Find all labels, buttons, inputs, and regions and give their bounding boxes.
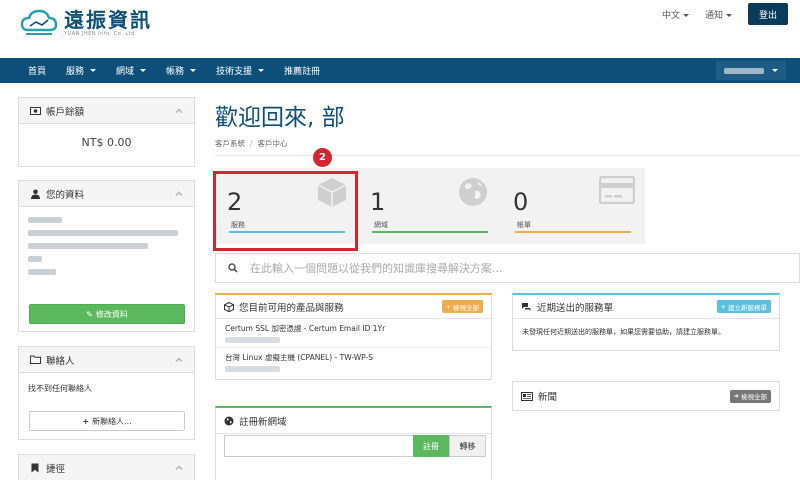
new-ticket-button[interactable]: + 建立新服務單 (716, 300, 771, 313)
plus-icon: + (82, 416, 90, 426)
caret-down-icon (90, 69, 97, 72)
profile-title: 您的資料 (46, 189, 85, 201)
nav-referral[interactable]: 推薦註冊 (274, 58, 330, 83)
brand-name: 遠振資訊 (64, 8, 152, 32)
caret-down-icon (190, 69, 197, 72)
view-all-news-button[interactable]: ➜ 檢視全部 (729, 389, 771, 403)
comments-icon (521, 302, 532, 312)
product-row[interactable]: Certum SSL 加密憑證 - Certum Email ID 1Yr (216, 319, 491, 348)
chevron-up-icon[interactable] (174, 106, 184, 116)
product-name: 台灣 Linux 虛擬主機 (CPANEL) - TW-WP-S (225, 353, 373, 362)
contacts-empty-text: 找不到任何聯絡人 (28, 384, 92, 393)
create-ticket-link[interactable]: 建立服務單 (683, 328, 718, 336)
product-name: Certum SSL 加密憑證 - Certum Email ID 1Yr (225, 324, 386, 333)
register-button[interactable]: 註冊 (413, 435, 449, 457)
cloud-logo-icon (20, 9, 58, 35)
redacted-text (225, 366, 280, 372)
credit-card-icon (599, 176, 635, 204)
chevron-up-icon[interactable] (174, 189, 184, 199)
search-placeholder: 在此輸入一個問題以從我們的知識庫搜尋解決方案... (250, 262, 503, 275)
edit-profile-button[interactable]: ✎ 修改資料 (29, 304, 185, 324)
shortcuts-title: 捷徑 (46, 463, 66, 475)
nav-domains[interactable]: 網域 (106, 58, 156, 83)
globe-icon (224, 416, 234, 426)
products-title: 您目前可用的產品與服務 (239, 302, 344, 314)
caret-down-icon (140, 69, 147, 72)
nav-billing[interactable]: 帳務 (156, 58, 206, 83)
newspaper-icon (521, 391, 533, 401)
plus-icon: + (445, 302, 451, 311)
balance-panel: 帳戶餘額 NT$ 0.00 (18, 97, 195, 167)
news-title: 新聞 (538, 392, 558, 403)
stat-underline (515, 231, 631, 233)
step-marker: 2 (313, 148, 332, 167)
user-icon (29, 189, 41, 199)
globe-icon (459, 178, 487, 206)
new-contact-button[interactable]: + 新聯絡人... (29, 411, 185, 431)
cube-icon (224, 301, 234, 312)
redacted-username (724, 67, 764, 74)
user-menu[interactable] (716, 61, 786, 80)
page-title: 歡迎回來, 部 (215, 105, 345, 131)
notifications-dropdown[interactable]: 通知 (705, 8, 732, 21)
chevron-up-icon[interactable] (174, 463, 184, 473)
arrow-right-icon: ➜ (733, 392, 739, 400)
bookmark-icon (29, 463, 41, 473)
search-icon (228, 263, 238, 273)
stat-value: 0 (513, 188, 529, 216)
news-panel: 新聞 ➜ 檢視全部 (512, 381, 780, 411)
knowledgebase-search[interactable]: 在此輸入一個問題以從我們的知識庫搜尋解決方案... (215, 253, 800, 283)
chevron-up-icon[interactable] (174, 355, 184, 365)
caret-down-icon (682, 13, 689, 17)
header: 遠振資訊 YUAN JHEN Info. Co. Ltd 中文 通知 登出 (0, 0, 800, 57)
stat-underline (372, 231, 488, 233)
language-dropdown[interactable]: 中文 (662, 8, 689, 21)
logout-button[interactable]: 登出 (748, 3, 788, 25)
contacts-panel: 聯絡人 找不到任何聯絡人 + 新聯絡人... (18, 346, 195, 440)
caret-down-icon (772, 69, 778, 72)
redacted-text (225, 337, 280, 343)
contacts-title: 聯絡人 (46, 355, 75, 367)
stat-value: 1 (370, 188, 386, 216)
stat-invoices[interactable]: 0 帳單 (501, 168, 645, 244)
nav-support[interactable]: 技術支援 (206, 58, 274, 83)
shortcuts-panel: 捷徑 (18, 454, 195, 480)
breadcrumb-item-current: 客戶中心 (257, 139, 288, 148)
domain-input[interactable] (224, 435, 414, 457)
money-icon (29, 106, 41, 115)
caret-down-icon (726, 13, 732, 17)
logo[interactable]: 遠振資訊 YUAN JHEN Info. Co. Ltd (20, 8, 152, 38)
profile-panel: 您的資料 ✎ 修改資料 (18, 180, 195, 332)
tickets-title: 近期送出的服務單 (537, 302, 614, 314)
stat-label: 網域 (374, 221, 388, 229)
pencil-icon: ✎ (86, 309, 93, 319)
highlight-box (213, 171, 358, 251)
breadcrumb: 客戶系統 / 客戶中心 (215, 139, 288, 148)
view-all-products-button[interactable]: + 檢視全部 (441, 300, 483, 313)
divider (215, 155, 800, 156)
breadcrumb-item[interactable]: 客戶系統 (215, 139, 245, 148)
balance-title: 帳戶餘額 (46, 106, 85, 118)
main-nav: 首頁 服務 網域 帳務 技術支援 推薦註冊 (0, 58, 800, 83)
transfer-button[interactable]: 轉移 (449, 435, 486, 457)
nav-services[interactable]: 服務 (56, 58, 106, 83)
caret-down-icon (258, 69, 265, 72)
plus-icon: + (720, 302, 726, 311)
tickets-panel: 近期送出的服務單 + 建立新服務單 未發現任何近期送出的服務單，如果您需要協助，請… (512, 293, 780, 351)
tickets-empty-text: 未發現任何近期送出的服務單，如果您需要協助，請建立服務單。 (522, 328, 725, 336)
products-panel: 您目前可用的產品與服務 + 檢視全部 Certum SSL 加密憑證 - Cert… (215, 293, 492, 380)
folder-icon (29, 355, 41, 364)
stat-label: 帳單 (517, 221, 531, 229)
register-domain-title: 註冊新網域 (239, 416, 287, 428)
balance-value: NT$ 0.00 (81, 136, 132, 149)
redacted-profile-info (19, 207, 194, 275)
product-row[interactable]: 台灣 Linux 虛擬主機 (CPANEL) - TW-WP-S (216, 348, 491, 376)
nav-home[interactable]: 首頁 (0, 58, 56, 83)
stat-domains[interactable]: 1 網域 (358, 168, 501, 244)
register-domain-panel: 註冊新網域 註冊 轉移 (215, 406, 492, 480)
